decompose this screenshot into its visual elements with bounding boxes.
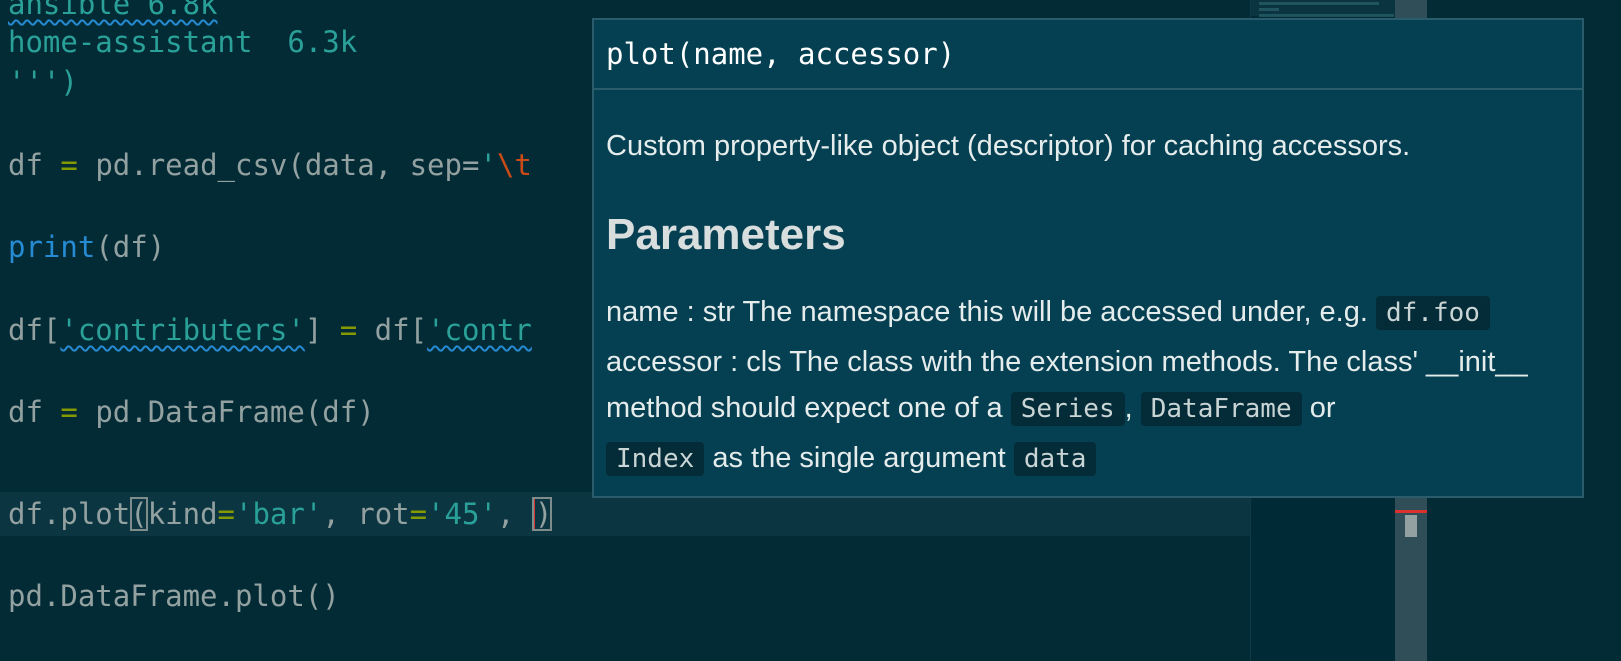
code-text: ''') bbox=[8, 65, 78, 99]
inline-code: df.foo bbox=[1376, 296, 1490, 330]
operator: = bbox=[409, 497, 428, 531]
escape-sequence: \t bbox=[496, 148, 532, 182]
param-accessor-text: accessor : cls The class with the extens… bbox=[606, 346, 1528, 378]
operator: = bbox=[217, 497, 235, 531]
code-text: (df) bbox=[95, 230, 166, 264]
inline-code: Index bbox=[606, 442, 705, 476]
string-literal: 'contr bbox=[427, 313, 532, 347]
doc-text: , bbox=[1124, 392, 1133, 424]
code-text: , bbox=[496, 497, 532, 531]
string-literal: 'bar' bbox=[235, 497, 323, 531]
scrollbar-thumb[interactable] bbox=[1405, 515, 1417, 537]
signature-text: plot(name, accessor) bbox=[594, 20, 1582, 90]
doc-text: or bbox=[1309, 392, 1336, 424]
code-line[interactable]: home-assistant 6.3k bbox=[8, 22, 357, 62]
code-text: home-assistant 6.3k bbox=[8, 25, 358, 59]
inline-code: DataFrame bbox=[1140, 392, 1302, 426]
string-literal: 'contributers' bbox=[60, 313, 305, 347]
code-line[interactable]: print(df) bbox=[8, 227, 165, 267]
param-accessor-doc: accessor : cls The class with the extens… bbox=[606, 346, 1528, 379]
signature-help-popup[interactable]: plot(name, accessor) Custom property-lik… bbox=[592, 18, 1584, 498]
code-line[interactable]: df = pd.read_csv(data, sep='\t bbox=[8, 145, 532, 185]
code-text: df[ bbox=[357, 313, 428, 347]
string-literal: '45' bbox=[427, 497, 497, 531]
minimap-line bbox=[1259, 8, 1279, 11]
operator: = bbox=[60, 148, 78, 182]
param-name-doc: name : str The namespace this will be ac… bbox=[606, 296, 1490, 330]
code-text: pd.DataFrame.plot() bbox=[8, 579, 340, 613]
doc-text: as the single argument bbox=[712, 442, 1006, 474]
code-line[interactable]: pd.DataFrame.plot() bbox=[8, 576, 340, 616]
description-text: Custom property-like object (descriptor)… bbox=[606, 130, 1411, 162]
minimap-line bbox=[1259, 2, 1379, 5]
code-line[interactable]: ''') bbox=[8, 62, 78, 102]
string-literal: ' bbox=[479, 148, 497, 182]
scrollbar-cursor-marker bbox=[1395, 510, 1427, 513]
matching-bracket: ( bbox=[130, 497, 148, 531]
text-caret: ) bbox=[531, 497, 553, 531]
param-name-text: name : str The namespace this will be ac… bbox=[606, 296, 1368, 328]
code-line-current[interactable]: df.plot(kind='bar', rot='45', ) bbox=[8, 494, 553, 534]
code-text: df bbox=[8, 395, 43, 429]
doc-text: method should expect one of a bbox=[606, 392, 1003, 424]
inline-code: Series bbox=[1010, 392, 1125, 426]
code-text: df bbox=[8, 148, 43, 182]
param-accessor-doc-cont: Index as the single argument data bbox=[606, 442, 1097, 476]
operator: = bbox=[339, 313, 358, 347]
code-text: , rot bbox=[322, 497, 410, 531]
code-text: pd.read_csv(data, sep= bbox=[77, 148, 480, 182]
code-line[interactable]: ansible 6.8k bbox=[8, 0, 218, 24]
code-text: ansible 6.8k bbox=[8, 0, 218, 21]
code-text: pd.DataFrame(df) bbox=[77, 395, 375, 429]
builtin-keyword: print bbox=[8, 230, 96, 264]
code-text: kind bbox=[147, 497, 218, 531]
minimap-line bbox=[1259, 14, 1394, 17]
code-line[interactable]: df = pd.DataFrame(df) bbox=[8, 392, 375, 432]
code-line[interactable]: df['contributers'] = df['contr bbox=[8, 310, 532, 350]
inline-code: data bbox=[1013, 442, 1097, 476]
code-text: df[ bbox=[8, 313, 61, 347]
code-text: df.plot bbox=[8, 497, 131, 531]
operator: = bbox=[60, 395, 78, 429]
parameters-heading: Parameters bbox=[606, 210, 846, 259]
param-accessor-doc-cont: method should expect one of a Series, Da… bbox=[606, 392, 1336, 426]
code-text: ] bbox=[304, 313, 340, 347]
